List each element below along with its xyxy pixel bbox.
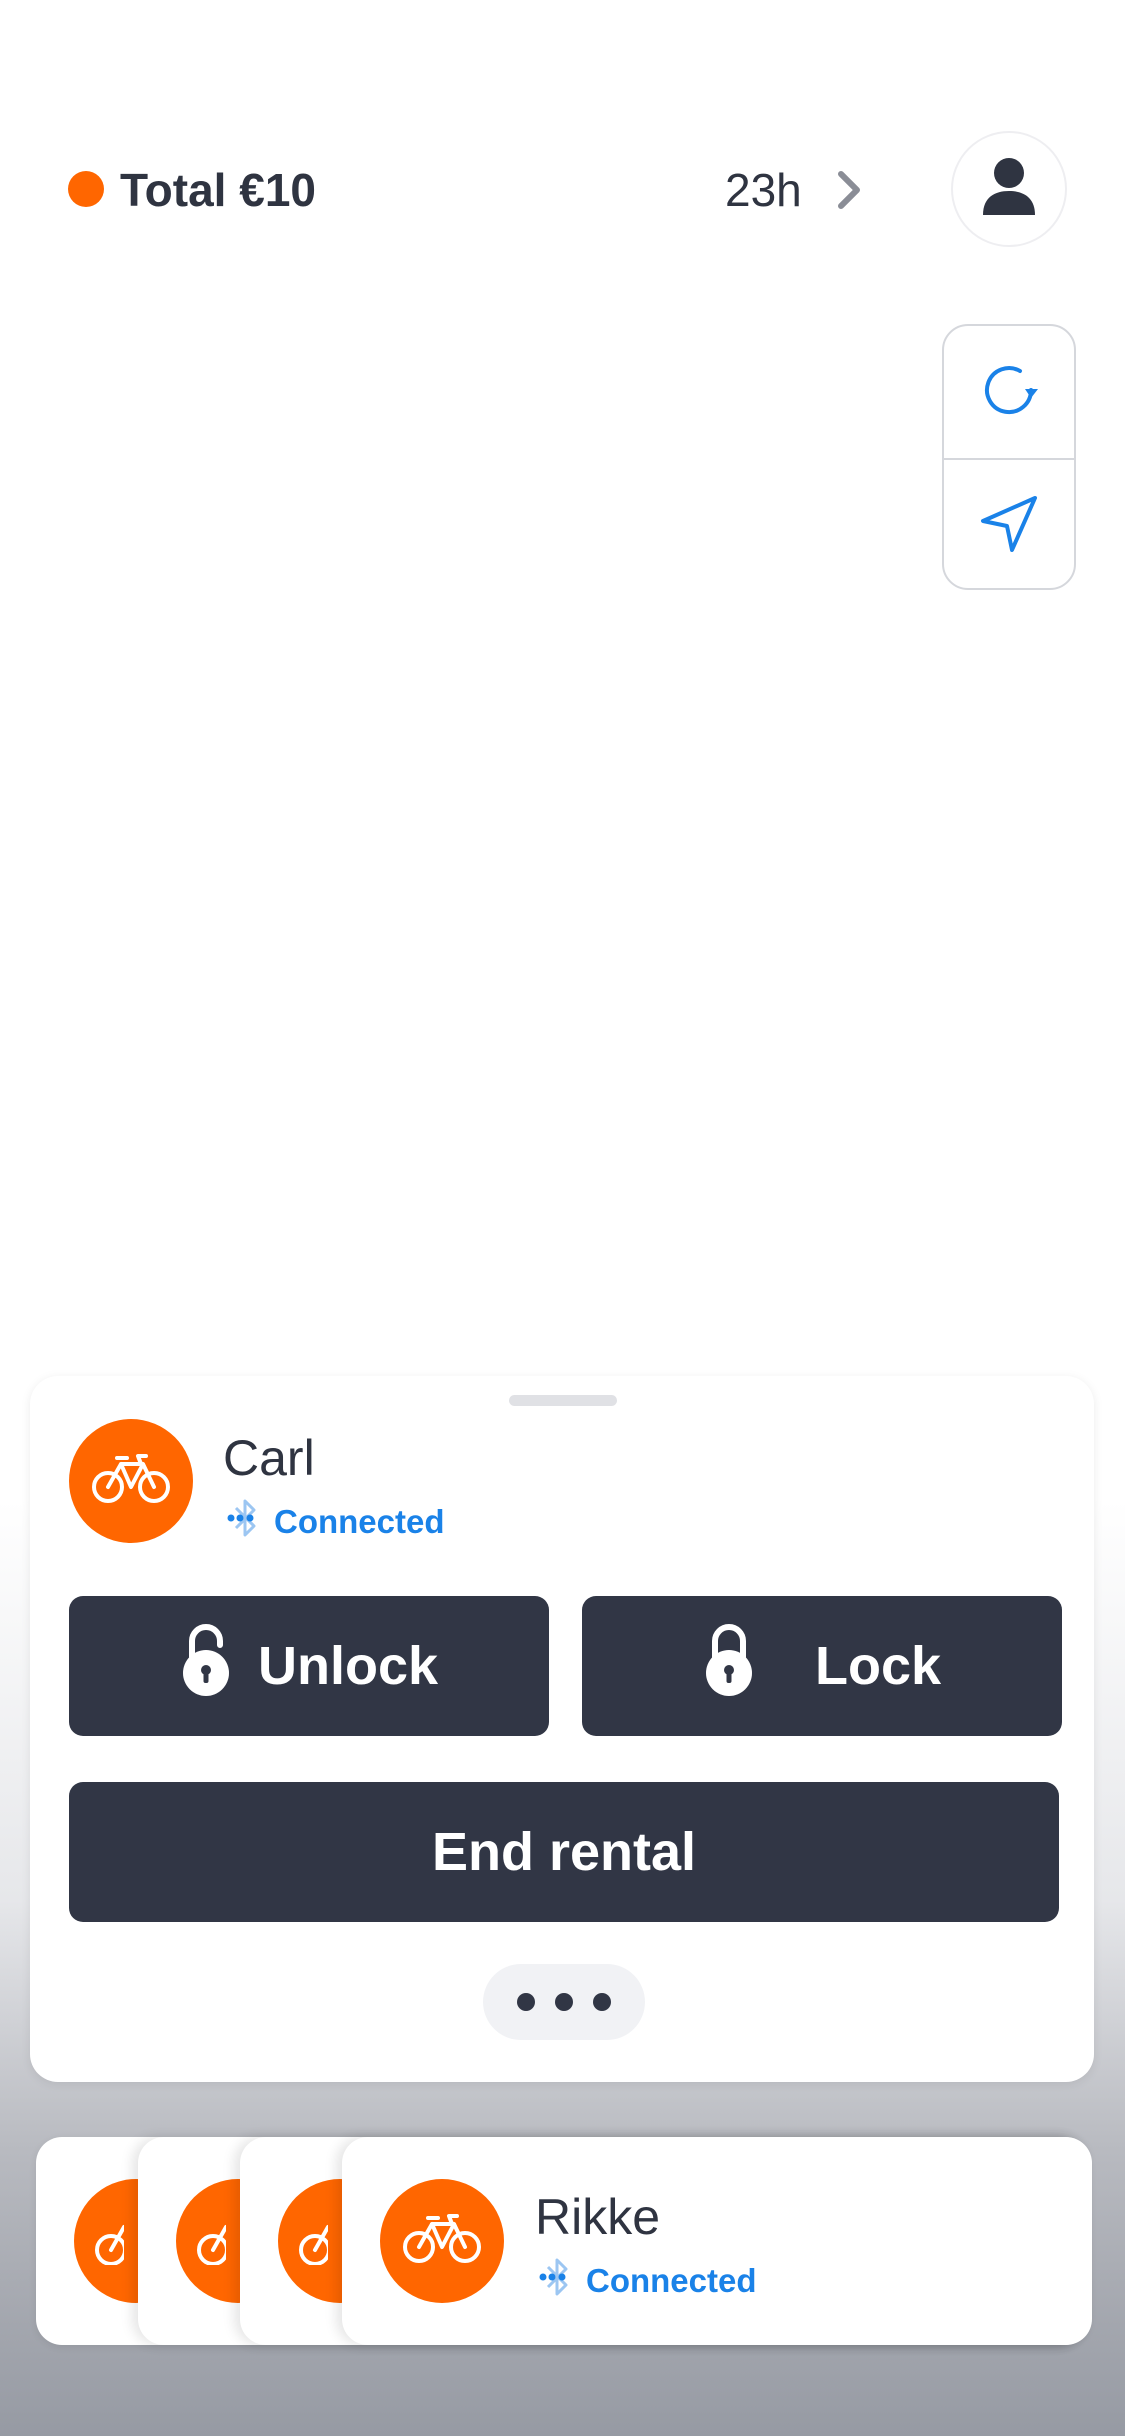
status-dot xyxy=(68,171,104,207)
navigation-arrow-icon xyxy=(976,491,1042,562)
unlock-button[interactable]: Unlock xyxy=(69,1596,549,1736)
sheet-grabber[interactable] xyxy=(509,1395,617,1406)
more-options-button[interactable] xyxy=(483,1964,645,2040)
unlocked-padlock-icon xyxy=(180,1623,232,1710)
connection-status-label: Connected xyxy=(586,2262,757,2299)
rental-duration[interactable]: 23h xyxy=(725,160,802,220)
bike-icon xyxy=(94,2215,124,2265)
chevron-right-icon[interactable] xyxy=(835,168,865,212)
refresh-icon xyxy=(974,355,1044,430)
vehicle-name: Carl xyxy=(223,1430,315,1486)
vehicle-name: Rikke xyxy=(535,2189,661,2245)
rental-total[interactable]: Total €10 xyxy=(120,160,316,220)
map-controls xyxy=(942,324,1076,590)
locked-padlock-icon xyxy=(703,1623,755,1710)
user-icon xyxy=(979,155,1039,224)
more-dots-icon xyxy=(517,1993,535,2011)
lock-button[interactable]: Lock xyxy=(582,1596,1062,1736)
connection-status: Connected xyxy=(538,2255,757,2307)
more-dots-icon xyxy=(555,1993,573,2011)
vehicle-avatar xyxy=(380,2179,504,2303)
bike-icon xyxy=(196,2215,226,2265)
bike-icon xyxy=(91,1452,171,1511)
bike-icon xyxy=(402,2212,482,2271)
unlock-label: Unlock xyxy=(257,1636,439,1696)
vehicle-sheet: Carl Connected Unlock Lock End rental xyxy=(30,1376,1094,2082)
end-rental-button[interactable]: End rental xyxy=(69,1782,1059,1922)
refresh-button[interactable] xyxy=(944,326,1074,458)
more-dots-icon xyxy=(593,1993,611,2011)
bluetooth-icon xyxy=(538,2255,578,2307)
lock-label: Lock xyxy=(814,1636,942,1696)
connection-status: Connected xyxy=(226,1496,445,1548)
bike-icon xyxy=(298,2215,328,2265)
vehicle-avatar xyxy=(69,1419,193,1543)
front-vehicle-card[interactable]: Rikke Connected xyxy=(342,2137,1092,2345)
connection-status-label: Connected xyxy=(274,1503,445,1540)
locate-me-button[interactable] xyxy=(944,458,1074,588)
bluetooth-icon xyxy=(226,1496,266,1548)
profile-button[interactable] xyxy=(951,131,1067,247)
